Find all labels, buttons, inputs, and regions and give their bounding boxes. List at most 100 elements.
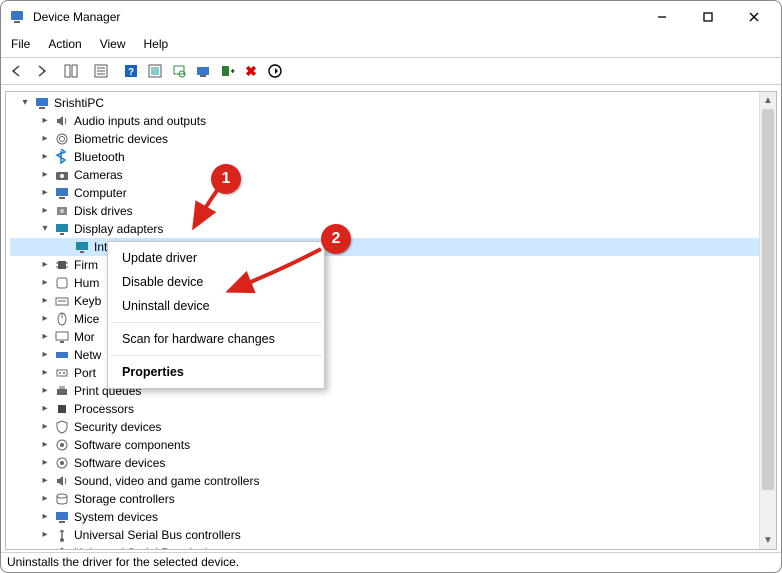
ctx-disable-device[interactable]: Disable device [108, 270, 324, 294]
minimize-button[interactable] [639, 2, 685, 32]
kbd-icon [54, 293, 70, 309]
cpu-icon [54, 401, 70, 417]
chevron-right-icon[interactable]: ▸ [38, 456, 52, 470]
sw-icon [54, 455, 70, 471]
window-title: Device Manager [33, 10, 120, 24]
usb-icon [54, 545, 70, 550]
display-icon [74, 239, 90, 255]
chevron-right-icon[interactable]: ▸ [38, 420, 52, 434]
chevron-right-icon[interactable]: ▸ [38, 168, 52, 182]
chevron-down-icon[interactable]: ▾ [18, 96, 32, 110]
chevron-right-icon[interactable]: ▸ [38, 276, 52, 290]
scan-hardware-button[interactable] [167, 60, 191, 82]
chevron-right-icon[interactable]: ▸ [38, 510, 52, 524]
chevron-right-icon[interactable]: ▸ [38, 150, 52, 164]
tree-node-label: Processors [74, 400, 134, 418]
chevron-right-icon[interactable]: ▸ [38, 186, 52, 200]
chevron-right-icon[interactable]: ▸ [38, 366, 52, 380]
chevron-right-icon[interactable]: ▸ [38, 528, 52, 542]
properties-button[interactable] [89, 60, 113, 82]
toolbar: ? ✖ [1, 57, 781, 85]
tree-node-label: Storage controllers [74, 490, 175, 508]
tree-category[interactable]: ▾ Display adapters [10, 220, 776, 238]
chevron-right-icon[interactable]: ▸ [38, 384, 52, 398]
vertical-scrollbar[interactable]: ▲ ▼ [759, 92, 776, 549]
ctx-properties[interactable]: Properties [108, 360, 324, 384]
tree-node-label: Mice [74, 310, 99, 328]
tree-root[interactable]: ▾ SrishtiPC [10, 94, 776, 112]
uninstall-button[interactable]: ✖ [239, 60, 263, 82]
chevron-right-icon[interactable]: ▸ [38, 114, 52, 128]
add-legacy-button[interactable] [191, 60, 215, 82]
ctx-uninstall-device[interactable]: Uninstall device [108, 294, 324, 318]
chevron-right-icon[interactable]: ▸ [38, 132, 52, 146]
disable-button[interactable] [263, 60, 287, 82]
tree-node-label: Port [74, 364, 96, 382]
update-driver-button[interactable] [215, 60, 239, 82]
ctx-update-driver[interactable]: Update driver [108, 246, 324, 270]
scroll-thumb[interactable] [762, 109, 774, 490]
chevron-right-icon[interactable]: ▸ [38, 348, 52, 362]
finger-icon [54, 131, 70, 147]
tree-node-label: Firm [74, 256, 98, 274]
close-button[interactable] [731, 2, 777, 32]
tree-category[interactable]: ▸ Processors [10, 400, 776, 418]
chevron-right-icon[interactable]: ▸ [38, 474, 52, 488]
action-button[interactable] [143, 60, 167, 82]
tree-category[interactable]: ▸Cameras [10, 166, 776, 184]
tree-node-label: Hum [74, 274, 99, 292]
maximize-button[interactable] [685, 2, 731, 32]
scroll-down-button[interactable]: ▼ [760, 532, 776, 549]
tree-node-label: Computer [74, 184, 127, 202]
tree-node-label: Sound, video and game controllers [74, 472, 259, 490]
chevron-right-icon[interactable]: ▸ [38, 204, 52, 218]
tree-category[interactable]: ▸ Computer [10, 184, 776, 202]
help-button[interactable]: ? [119, 60, 143, 82]
tree-category[interactable]: ▸Disk drives [10, 202, 776, 220]
menu-file[interactable]: File [9, 35, 32, 53]
tree-category[interactable]: ▸ Universal Serial Bus controllers [10, 526, 776, 544]
printer-icon [54, 383, 70, 399]
scroll-up-button[interactable]: ▲ [760, 92, 776, 109]
tree-node-label: Display adapters [74, 220, 163, 238]
chevron-right-icon[interactable]: ▸ [38, 546, 52, 550]
menu-help[interactable]: Help [142, 35, 171, 53]
shield-icon [54, 419, 70, 435]
chevron-right-icon[interactable]: ▸ [38, 258, 52, 272]
tree-node-label: Software components [74, 436, 190, 454]
chevron-right-icon[interactable]: ▸ [38, 402, 52, 416]
bt-icon [54, 149, 70, 165]
tree-node-label: Bluetooth [74, 148, 125, 166]
tree-category[interactable]: ▸ Software components [10, 436, 776, 454]
tree-category[interactable]: ▸Software devices [10, 454, 776, 472]
tree-category[interactable]: ▸System devices [10, 508, 776, 526]
forward-button[interactable] [29, 60, 53, 82]
menu-action[interactable]: Action [46, 35, 83, 53]
net-icon [54, 347, 70, 363]
menu-view[interactable]: View [98, 35, 128, 53]
camera-icon [54, 167, 70, 183]
chevron-right-icon[interactable]: ▸ [38, 330, 52, 344]
show-hidden-button[interactable] [59, 60, 83, 82]
monitor-icon [54, 329, 70, 345]
tree-node-label: Universal Serial Bus controllers [74, 526, 241, 544]
chevron-right-icon[interactable]: ▸ [38, 438, 52, 452]
chevron-right-icon[interactable]: ▸ [38, 492, 52, 506]
tree-category[interactable]: ▸Security devices [10, 418, 776, 436]
tree-category[interactable]: ▸Audio inputs and outputs [10, 112, 776, 130]
pc-icon [54, 185, 70, 201]
tree-node-label: Universal Serial Bus devices [74, 544, 226, 550]
tree-category[interactable]: ▸ Universal Serial Bus devices [10, 544, 776, 550]
tree-category[interactable]: ▸ Storage controllers [10, 490, 776, 508]
chevron-right-icon[interactable]: ▸ [38, 294, 52, 308]
tree-category[interactable]: ▸ Sound, video and game controllers [10, 472, 776, 490]
ctx-scan-hardware[interactable]: Scan for hardware changes [108, 327, 324, 351]
tree-category[interactable]: ▸ Bluetooth [10, 148, 776, 166]
tree-node-label: SrishtiPC [54, 94, 104, 112]
storage-icon [54, 491, 70, 507]
chevron-down-icon[interactable]: ▾ [38, 222, 52, 236]
chevron-right-icon[interactable]: ▸ [38, 312, 52, 326]
speaker-icon [54, 473, 70, 489]
tree-category[interactable]: ▸Biometric devices [10, 130, 776, 148]
back-button[interactable] [5, 60, 29, 82]
